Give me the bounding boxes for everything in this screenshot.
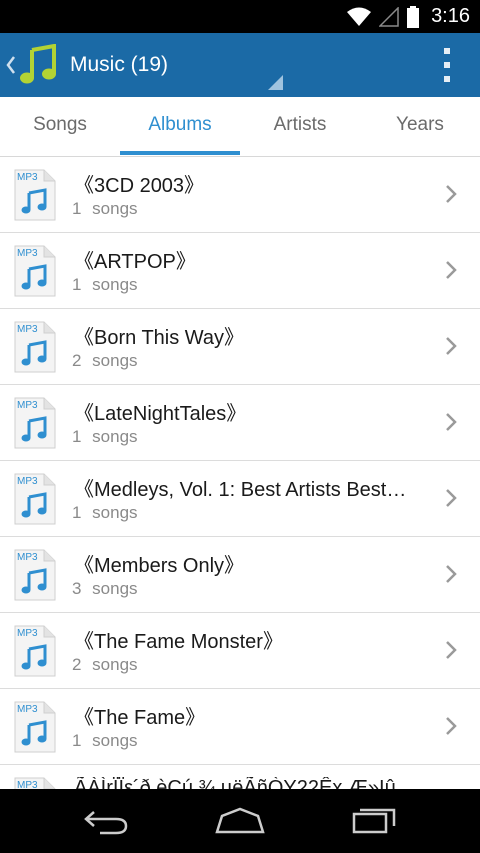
action-bar: Music (19) [0, 33, 480, 97]
chevron-right-icon [446, 261, 457, 279]
svg-text:MP3: MP3 [17, 552, 38, 563]
status-time: 3:16 [431, 5, 470, 27]
album-song-count: 1 songs [72, 275, 138, 294]
album-title: 《LateNightTales》 [74, 403, 247, 425]
tab-years[interactable]: Years [360, 97, 480, 157]
album-title: ÃÀÌrÏÏε´ð èÇú ¾ µëÃñÒY22Êx Æ»Iû [74, 777, 396, 789]
overflow-menu-icon[interactable] [442, 48, 452, 82]
status-icons: 3:16 [347, 0, 480, 33]
album-song-count: 1 songs [72, 731, 138, 750]
tab-artists[interactable]: Artists [240, 97, 360, 157]
spinner-indicator-icon [268, 75, 283, 90]
album-song-count: 2 songs [72, 655, 138, 674]
album-list-item[interactable]: MP3 《The Fame》 1 songs [0, 689, 480, 765]
svg-text:MP3: MP3 [17, 704, 38, 715]
mp3-file-icon: MP3 [14, 473, 56, 525]
chevron-right-icon [446, 413, 457, 431]
chevron-right-icon [446, 185, 457, 203]
chevron-right-icon [446, 489, 457, 507]
album-title: 《3CD 2003》 [74, 175, 205, 197]
album-song-count: 2 songs [72, 351, 138, 370]
mp3-file-icon: MP3 [14, 701, 56, 753]
album-song-count: 1 songs [72, 503, 138, 522]
recents-button[interactable] [348, 803, 400, 839]
navigation-bar [0, 789, 480, 853]
album-list-item[interactable]: MP3 ÃÀÌrÏÏε´ð èÇú ¾ µëÃñÒY22Êx Æ»Iû [0, 765, 480, 789]
back-button[interactable] [80, 803, 132, 839]
mp3-file-icon: MP3 [14, 169, 56, 221]
home-button[interactable] [214, 803, 266, 839]
svg-text:MP3: MP3 [17, 400, 38, 411]
svg-text:MP3: MP3 [17, 628, 38, 639]
album-list-item[interactable]: MP3 《Members Only》 3 songs [0, 537, 480, 613]
album-list-item[interactable]: MP3 《ARTPOP》 1 songs [0, 233, 480, 309]
album-list-item[interactable]: MP3 《Born This Way》 2 songs [0, 309, 480, 385]
status-bar: 3:16 [0, 0, 480, 33]
battery-icon [407, 5, 420, 28]
back-icon [84, 811, 128, 835]
album-title: 《ARTPOP》 [74, 251, 196, 273]
album-song-count: 3 songs [72, 579, 138, 598]
svg-text:MP3: MP3 [17, 248, 38, 259]
mp3-file-icon: MP3 [14, 245, 56, 297]
up-chevron-icon[interactable] [4, 51, 18, 79]
tab-bar: Songs Albums Artists Years [0, 97, 480, 157]
album-title: 《Born This Way》 [74, 327, 245, 349]
chevron-right-icon [446, 641, 457, 659]
chevron-right-icon [446, 337, 457, 355]
music-note-icon[interactable] [18, 44, 60, 86]
mp3-file-icon: MP3 [14, 321, 56, 373]
mp3-file-icon: MP3 [14, 777, 56, 789]
mp3-file-icon: MP3 [14, 625, 56, 677]
wifi-icon [347, 7, 372, 26]
svg-text:MP3: MP3 [17, 780, 38, 789]
album-title: 《Members Only》 [74, 555, 245, 577]
chevron-right-icon [446, 717, 457, 735]
svg-text:MP3: MP3 [17, 172, 38, 183]
album-title: 《The Fame》 [74, 707, 206, 729]
album-list-item[interactable]: MP3 《3CD 2003》 1 songs [0, 157, 480, 233]
tab-songs[interactable]: Songs [0, 97, 120, 157]
album-song-count: 1 songs [72, 199, 138, 218]
page-title[interactable]: Music (19) [70, 53, 168, 77]
mp3-file-icon: MP3 [14, 397, 56, 449]
album-list-item[interactable]: MP3 《Medleys, Vol. 1: Best Artists Best…… [0, 461, 480, 537]
album-song-count: 1 songs [72, 427, 138, 446]
tab-albums[interactable]: Albums [120, 97, 240, 157]
svg-text:MP3: MP3 [17, 476, 38, 487]
album-list-item[interactable]: MP3 《The Fame Monster》 2 songs [0, 613, 480, 689]
album-title: 《Medleys, Vol. 1: Best Artists Best… [74, 479, 407, 501]
chevron-right-icon [446, 565, 457, 583]
album-list[interactable]: MP3 《3CD 2003》 1 songs MP3 《ARTPOP》 1 so… [0, 157, 480, 789]
svg-text:MP3: MP3 [17, 324, 38, 335]
mp3-file-icon: MP3 [14, 549, 56, 601]
album-title: 《The Fame Monster》 [74, 631, 283, 653]
album-list-item[interactable]: MP3 《LateNightTales》 1 songs [0, 385, 480, 461]
signal-icon [379, 6, 399, 27]
recents-icon [352, 808, 396, 834]
home-icon [215, 807, 265, 834]
